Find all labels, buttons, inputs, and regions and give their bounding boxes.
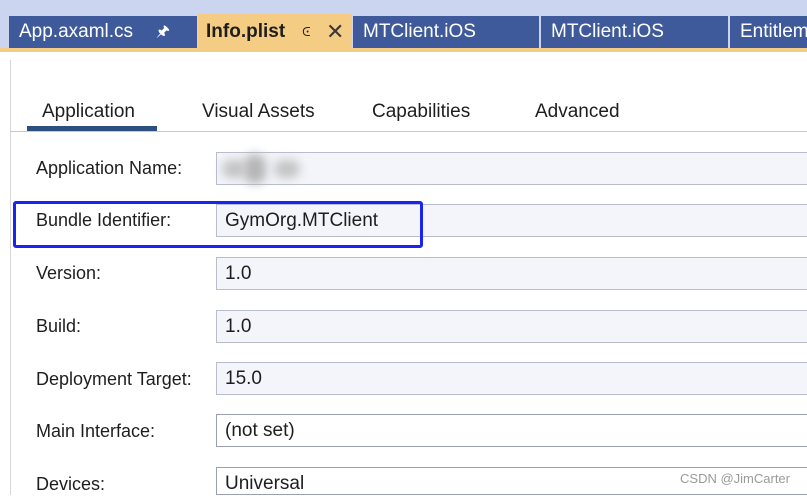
- build-field[interactable]: 1.0: [216, 310, 807, 343]
- highlight-annotation: [13, 201, 423, 248]
- pin-icon[interactable]: 🖈︎: [156, 16, 170, 48]
- doc-tab-label: MTClient.iOS: [363, 21, 476, 42]
- tab-visual-assets[interactable]: Visual Assets: [202, 101, 315, 123]
- doc-tab-label: Entitlem: [740, 21, 807, 42]
- doc-tab-label: Info.plist: [206, 21, 286, 42]
- doc-tab-mtclient-ios-1[interactable]: MTClient.iOS: [353, 16, 539, 48]
- close-icon[interactable]: ✕: [326, 14, 344, 50]
- doc-tab-mtclient-ios-2[interactable]: MTClient.iOS: [541, 16, 728, 48]
- redacted-value: [218, 152, 302, 186]
- application-name-field[interactable]: [216, 152, 807, 185]
- pin-icon[interactable]: ⪽: [302, 14, 311, 50]
- version-field[interactable]: 1.0: [216, 257, 807, 290]
- tab-application[interactable]: Application: [42, 101, 135, 123]
- watermark: CSDN @JimCarter: [680, 471, 790, 486]
- deployment-target-field[interactable]: 15.0: [216, 362, 807, 395]
- version-label: Version:: [36, 263, 102, 283]
- main-interface-label: Main Interface:: [36, 421, 156, 441]
- doc-tab-app-axaml[interactable]: App.axaml.cs 🖈︎: [9, 16, 197, 48]
- build-label: Build:: [36, 316, 82, 336]
- main-interface-dropdown[interactable]: (not set): [216, 414, 807, 447]
- tab-capabilities[interactable]: Capabilities: [372, 101, 470, 123]
- document-tab-bar: App.axaml.cs 🖈︎ Info.plist ⪽ ✕ MTClient.…: [0, 0, 807, 50]
- doc-tab-info-plist[interactable]: Info.plist ⪽ ✕: [198, 14, 352, 50]
- devices-label: Devices:: [36, 474, 106, 494]
- tab-advanced[interactable]: Advanced: [535, 101, 620, 123]
- doc-tab-label: MTClient.iOS: [551, 21, 664, 42]
- application-name-label: Application Name:: [36, 158, 183, 178]
- editor-left-border: [10, 60, 11, 495]
- doc-tab-label: App.axaml.cs: [19, 21, 134, 42]
- doc-tab-entitlements[interactable]: Entitlem: [730, 16, 807, 48]
- tab-divider: [10, 131, 807, 132]
- deployment-target-label: Deployment Target:: [36, 369, 192, 389]
